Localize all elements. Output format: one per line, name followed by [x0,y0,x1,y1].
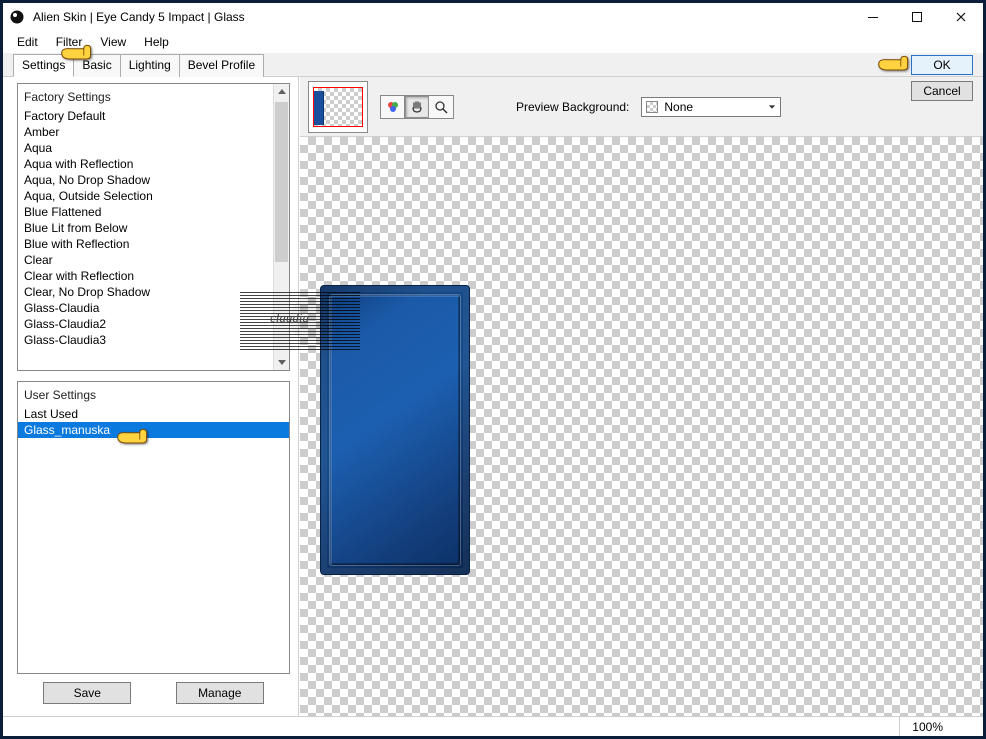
list-item[interactable]: Blue Lit from Below [18,220,289,236]
preview-background-label: Preview Background: [516,100,629,114]
list-item[interactable]: Blue with Reflection [18,236,289,252]
preview-background-select[interactable]: None [641,97,781,117]
scroll-down-icon[interactable] [274,354,289,370]
menu-edit[interactable]: Edit [9,33,46,51]
list-item[interactable]: Glass-Claudia [18,300,289,316]
zoom-level: 100% [899,717,955,736]
scrollbar-thumb[interactable] [275,102,288,262]
save-button[interactable]: Save [43,682,131,704]
tab-bevel-profile[interactable]: Bevel Profile [179,54,264,77]
list-item[interactable]: Glass-Claudia3 [18,332,289,348]
tab-lighting[interactable]: Lighting [120,54,180,77]
tab-basic[interactable]: Basic [73,54,120,77]
manage-button[interactable]: Manage [176,682,264,704]
list-item[interactable]: Glass_manuska [18,422,289,438]
factory-scrollbar[interactable] [273,84,289,370]
hand-tool-icon[interactable] [405,96,429,118]
color-picker-icon[interactable] [381,96,405,118]
list-item[interactable]: Aqua [18,140,289,156]
user-settings-list[interactable]: User Settings Last UsedGlass_manuska [17,381,290,674]
scroll-up-icon[interactable] [274,84,289,100]
ok-button[interactable]: OK [911,55,973,75]
app-icon [9,9,25,25]
factory-settings-list[interactable]: Factory Settings Factory DefaultAmberAqu… [17,83,290,371]
settings-sidebar: Factory Settings Factory DefaultAmberAqu… [3,77,299,716]
cancel-button[interactable]: Cancel [911,81,973,101]
preview-tools [380,95,454,119]
close-button[interactable] [939,3,983,31]
list-item[interactable]: Clear [18,252,289,268]
list-item[interactable]: Aqua with Reflection [18,156,289,172]
list-item[interactable]: Last Used [18,406,289,422]
menu-view[interactable]: View [92,33,134,51]
menu-help[interactable]: Help [136,33,177,51]
effect-preview-object [320,285,470,575]
preview-pane: Preview Background: None [299,77,983,716]
status-bar: 100% [3,716,983,736]
window-title: Alien Skin | Eye Candy 5 Impact | Glass [31,10,851,24]
list-item[interactable]: Clear with Reflection [18,268,289,284]
list-item[interactable]: Factory Default [18,108,289,124]
preview-background-value: None [664,100,693,114]
maximize-button[interactable] [895,3,939,31]
list-item[interactable]: Glass-Claudia2 [18,316,289,332]
minimize-button[interactable] [851,3,895,31]
tab-bar: Settings Basic Lighting Bevel Profile OK [3,53,983,77]
list-item[interactable]: Clear, No Drop Shadow [18,284,289,300]
chevron-down-icon [768,100,776,114]
list-item[interactable]: Aqua, Outside Selection [18,188,289,204]
zoom-tool-icon[interactable] [429,96,453,118]
preview-thumbnail[interactable] [308,81,368,133]
user-settings-heading: User Settings [18,382,289,406]
preview-toolbar: Preview Background: None [300,77,983,137]
factory-settings-heading: Factory Settings [18,84,289,108]
transparency-swatch-icon [646,101,658,113]
menubar: Edit Filter View Help [3,31,983,53]
list-item[interactable]: Blue Flattened [18,204,289,220]
window-buttons [851,3,983,31]
list-item[interactable]: Aqua, No Drop Shadow [18,172,289,188]
titlebar: Alien Skin | Eye Candy 5 Impact | Glass [3,3,983,31]
preview-canvas[interactable] [300,137,983,716]
list-item[interactable]: Amber [18,124,289,140]
menu-filter[interactable]: Filter [48,33,91,51]
tab-settings[interactable]: Settings [13,54,74,77]
